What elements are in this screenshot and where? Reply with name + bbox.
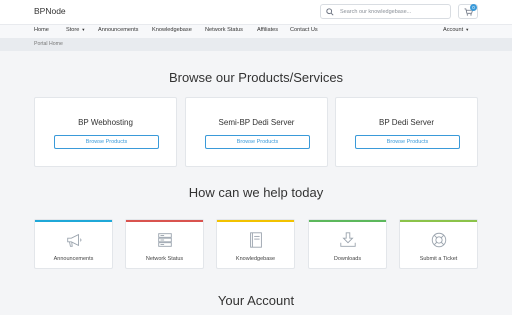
cart-count-badge: 0 <box>470 4 477 11</box>
tile-accent-bar <box>35 220 112 222</box>
product-title: Semi-BP Dedi Server <box>218 118 295 127</box>
tile-label: Knowledgebase <box>235 256 276 262</box>
product-title: BP Webhosting <box>78 118 133 127</box>
tile-label: Submit a Ticket <box>419 256 458 262</box>
cart-button[interactable]: 0 <box>458 4 478 19</box>
tile-label: Downloads <box>333 256 362 262</box>
product-card: BP Dedi Server Browse Products <box>335 97 478 167</box>
breadcrumb: Portal Home <box>0 38 512 51</box>
help-heading: How can we help today <box>188 185 324 200</box>
breadcrumb-portal-home[interactable]: Portal Home <box>34 41 63 47</box>
chevron-down-icon: ▼ <box>81 26 86 32</box>
browse-products-button[interactable]: Browse Products <box>54 135 159 149</box>
search-icon <box>326 8 334 16</box>
account-heading: Your Account <box>217 293 295 308</box>
help-tile-network-status[interactable]: Network Status <box>125 219 204 269</box>
brand-logo[interactable]: BPNode <box>34 6 66 16</box>
product-title: BP Dedi Server <box>379 118 434 127</box>
products-heading: Browse our Products/Services <box>168 70 344 85</box>
help-tile-downloads[interactable]: Downloads <box>308 219 387 269</box>
nav-contact-us[interactable]: Contact Us <box>290 27 318 33</box>
search-input[interactable] <box>340 6 448 18</box>
nav-store-label: Store <box>66 27 80 33</box>
nav-home[interactable]: Home <box>34 27 49 33</box>
browse-products-button[interactable]: Browse Products <box>205 135 310 149</box>
help-tile-submit-ticket[interactable]: Submit a Ticket <box>399 219 478 269</box>
lifebuoy-icon <box>431 232 447 248</box>
product-card: Semi-BP Dedi Server Browse Products <box>185 97 328 167</box>
tile-accent-bar <box>400 220 477 222</box>
chevron-down-icon: ▼ <box>465 26 470 32</box>
book-icon <box>250 232 262 248</box>
tile-label: Announcements <box>53 256 94 262</box>
main-nav: Home Store ▼ Announcements Knowledgebase … <box>0 24 512 38</box>
nav-announcements[interactable]: Announcements <box>98 27 138 33</box>
nav-account[interactable]: Account ▼ <box>443 26 470 34</box>
nav-account-label: Account <box>443 27 464 33</box>
nav-store[interactable]: Store ▼ <box>66 26 86 34</box>
server-icon <box>158 233 172 247</box>
nav-affiliates[interactable]: Affiliates <box>257 27 278 33</box>
nav-network-status[interactable]: Network Status <box>205 27 243 33</box>
tile-accent-bar <box>126 220 203 222</box>
nav-knowledgebase[interactable]: Knowledgebase <box>152 27 192 33</box>
product-card: BP Webhosting Browse Products <box>34 97 177 167</box>
download-icon <box>340 232 356 247</box>
top-header: BPNode 0 <box>0 0 512 24</box>
megaphone-icon <box>67 233 82 247</box>
browse-products-button[interactable]: Browse Products <box>355 135 460 149</box>
tile-label: Network Status <box>145 256 184 262</box>
help-tile-announcements[interactable]: Announcements <box>34 219 113 269</box>
help-tile-knowledgebase[interactable]: Knowledgebase <box>216 219 295 269</box>
search-box[interactable] <box>320 4 451 19</box>
tile-accent-bar <box>309 220 386 222</box>
tile-accent-bar <box>217 220 294 222</box>
